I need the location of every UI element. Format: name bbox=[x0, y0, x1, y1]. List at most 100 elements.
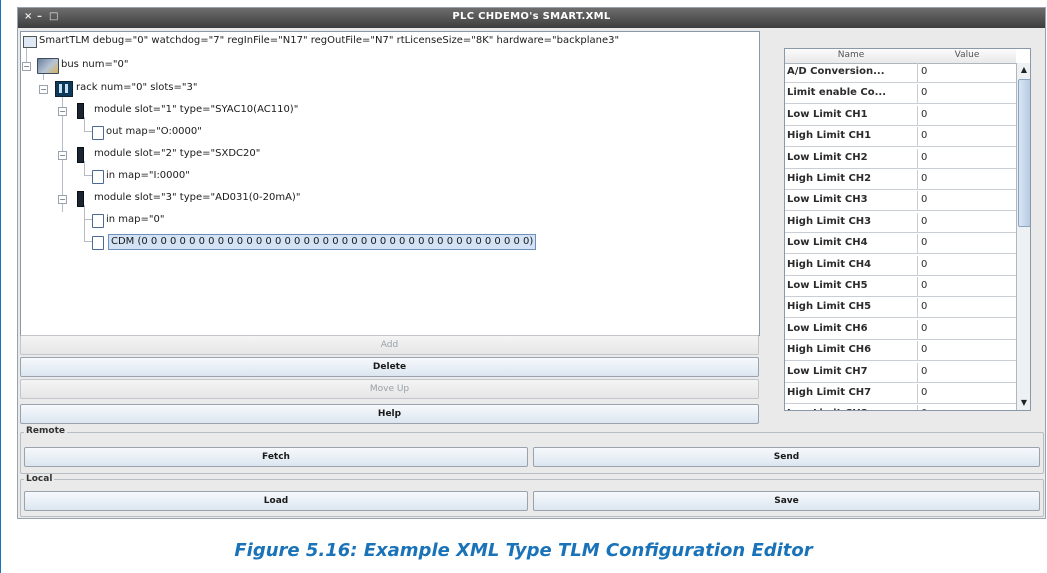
property-value-cell[interactable]: 0 bbox=[921, 194, 927, 205]
tree-connector bbox=[84, 205, 85, 241]
table-row[interactable]: High Limit CH3 0 bbox=[785, 212, 1016, 233]
tree-node-module-2[interactable]: module slot="2" type="SXDC20" bbox=[77, 146, 260, 163]
module-icon bbox=[77, 191, 84, 207]
tree-node-module-1[interactable]: module slot="1" type="SYAC10(AC110)" bbox=[77, 102, 299, 119]
column-divider bbox=[917, 127, 918, 148]
table-row[interactable]: Low Limit CH7 0 bbox=[785, 362, 1016, 383]
property-value-cell[interactable]: 0 bbox=[921, 109, 927, 120]
property-name-cell: Limit enable Co... bbox=[787, 87, 887, 99]
property-name-cell: High Limit CH1 bbox=[787, 130, 872, 142]
delete-button[interactable]: Delete bbox=[20, 357, 759, 377]
tree-node-out-map[interactable]: out map="O:0000" bbox=[92, 124, 202, 140]
tree-node-module-3[interactable]: module slot="3" type="AD031(0-20mA)" bbox=[77, 190, 300, 207]
property-value-cell[interactable]: 0 bbox=[921, 280, 927, 291]
table-row[interactable]: Limit enable Co... 0 bbox=[785, 84, 1016, 105]
column-divider bbox=[917, 405, 918, 410]
figure-caption: Figure 5.16: Example XML Type TLM Config… bbox=[234, 540, 813, 561]
fetch-button[interactable]: Fetch bbox=[24, 447, 528, 467]
table-scrollbar[interactable]: ▲ ▼ bbox=[1016, 63, 1030, 410]
tree-connector bbox=[84, 161, 85, 175]
smarttlm-root-icon bbox=[23, 36, 37, 48]
collapse-icon[interactable]: − bbox=[39, 85, 48, 94]
save-button[interactable]: Save bbox=[533, 491, 1040, 511]
property-value-cell[interactable]: 0 bbox=[921, 366, 927, 377]
table-row[interactable]: High Limit CH6 0 bbox=[785, 341, 1016, 362]
tree-node-cdm[interactable]: CDM (0 0 0 0 0 0 0 0 0 0 0 0 0 0 0 0 0 0… bbox=[92, 234, 537, 250]
scroll-up-arrow-icon[interactable]: ▲ bbox=[1017, 63, 1030, 77]
table-row[interactable]: High Limit CH5 0 bbox=[785, 298, 1016, 319]
tree-connector bbox=[84, 131, 92, 132]
tree-node-bus[interactable]: bus num="0" bbox=[37, 57, 129, 74]
tree-node-smarttlm[interactable]: SmartTLM debug="0" watchdog="7" regInFil… bbox=[23, 33, 619, 49]
column-divider bbox=[917, 191, 918, 212]
editor-window: × – □ PLC CHDEMO's SMART.XML SmartTLM de… bbox=[17, 7, 1046, 519]
table-row[interactable]: Low Limit CH2 0 bbox=[785, 148, 1016, 169]
table-row[interactable]: Low Limit CH8 0 bbox=[785, 405, 1016, 410]
tree-connector bbox=[84, 175, 92, 176]
property-name-cell: High Limit CH7 bbox=[787, 387, 872, 398]
collapse-icon[interactable]: − bbox=[58, 195, 67, 204]
property-value-cell[interactable]: 0 bbox=[921, 259, 927, 270]
column-divider bbox=[917, 170, 918, 190]
column-divider bbox=[917, 384, 918, 404]
property-value-cell[interactable]: 0 bbox=[921, 408, 927, 410]
table-row[interactable]: Low Limit CH4 0 bbox=[785, 234, 1016, 255]
tree-node-in-map-0[interactable]: in map="0" bbox=[92, 212, 164, 228]
column-divider bbox=[917, 105, 918, 126]
module-icon bbox=[77, 103, 84, 119]
tree-node-label: module slot="1" type="SYAC10(AC110)" bbox=[94, 104, 299, 115]
column-divider bbox=[917, 63, 918, 83]
table-row[interactable]: Low Limit CH6 0 bbox=[785, 319, 1016, 340]
tree-node-label: out map="O:0000" bbox=[106, 126, 202, 137]
tree-connector bbox=[84, 219, 92, 220]
table-row[interactable]: Low Limit CH5 0 bbox=[785, 277, 1016, 297]
add-button[interactable]: Add bbox=[20, 335, 759, 355]
tree-node-in-map[interactable]: in map="I:0000" bbox=[92, 168, 190, 184]
property-name-cell: Low Limit CH2 bbox=[787, 151, 868, 163]
load-button[interactable]: Load bbox=[24, 491, 528, 511]
page-margin-rule bbox=[0, 0, 1, 573]
scroll-down-arrow-icon[interactable]: ▼ bbox=[1017, 396, 1030, 410]
property-value-cell[interactable]: 0 bbox=[921, 387, 927, 398]
property-name-cell: Low Limit CH6 bbox=[787, 322, 868, 334]
config-tree[interactable]: SmartTLM debug="0" watchdog="7" regInFil… bbox=[20, 31, 760, 336]
table-row[interactable]: High Limit CH2 0 bbox=[785, 170, 1016, 190]
table-row[interactable]: A/D Conversion... 0 bbox=[785, 63, 1016, 83]
tree-node-label: SmartTLM debug="0" watchdog="7" regInFil… bbox=[39, 35, 620, 46]
table-row[interactable]: High Limit CH4 0 bbox=[785, 255, 1016, 276]
help-button[interactable]: Help bbox=[20, 404, 759, 424]
move-up-button[interactable]: Move Up bbox=[20, 379, 759, 399]
table-row[interactable]: Low Limit CH1 0 bbox=[785, 105, 1016, 126]
send-button[interactable]: Send bbox=[533, 447, 1040, 467]
collapse-icon[interactable]: − bbox=[58, 107, 67, 116]
property-value-cell[interactable]: 0 bbox=[921, 301, 927, 312]
property-name-cell: A/D Conversion... bbox=[787, 66, 885, 77]
property-value-cell[interactable]: 0 bbox=[921, 130, 927, 141]
property-value-cell[interactable]: 0 bbox=[921, 87, 927, 98]
collapse-icon[interactable]: − bbox=[58, 151, 67, 160]
rack-icon bbox=[55, 81, 73, 97]
property-value-cell[interactable]: 0 bbox=[921, 323, 927, 334]
tree-node-label: in map="I:0000" bbox=[106, 170, 190, 181]
properties-table: Name Value A/D Conversion... 0 Limit enabl… bbox=[784, 48, 1031, 411]
column-header-value[interactable]: Value bbox=[918, 50, 1016, 60]
property-value-cell[interactable]: 0 bbox=[921, 173, 927, 184]
tree-node-label: bus num="0" bbox=[61, 59, 129, 70]
property-value-cell[interactable]: 0 bbox=[921, 66, 927, 77]
property-value-cell[interactable]: 0 bbox=[921, 152, 927, 163]
column-header-name[interactable]: Name bbox=[785, 50, 917, 60]
tree-connector bbox=[84, 117, 85, 131]
property-value-cell[interactable]: 0 bbox=[921, 237, 927, 248]
property-value-cell[interactable]: 0 bbox=[921, 344, 927, 355]
column-divider bbox=[917, 341, 918, 362]
collapse-icon[interactable]: − bbox=[22, 62, 31, 71]
table-row[interactable]: High Limit CH1 0 bbox=[785, 127, 1016, 148]
property-value-cell[interactable]: 0 bbox=[921, 216, 927, 227]
tree-node-rack[interactable]: rack num="0" slots="3" bbox=[55, 80, 197, 97]
scrollbar-thumb[interactable] bbox=[1018, 79, 1030, 227]
property-name-cell: Low Limit CH7 bbox=[787, 365, 868, 377]
property-name-cell: High Limit CH4 bbox=[787, 258, 872, 270]
local-group-label: Local bbox=[24, 474, 55, 484]
table-row[interactable]: Low Limit CH3 0 bbox=[785, 191, 1016, 212]
table-row[interactable]: High Limit CH7 0 bbox=[785, 384, 1016, 404]
